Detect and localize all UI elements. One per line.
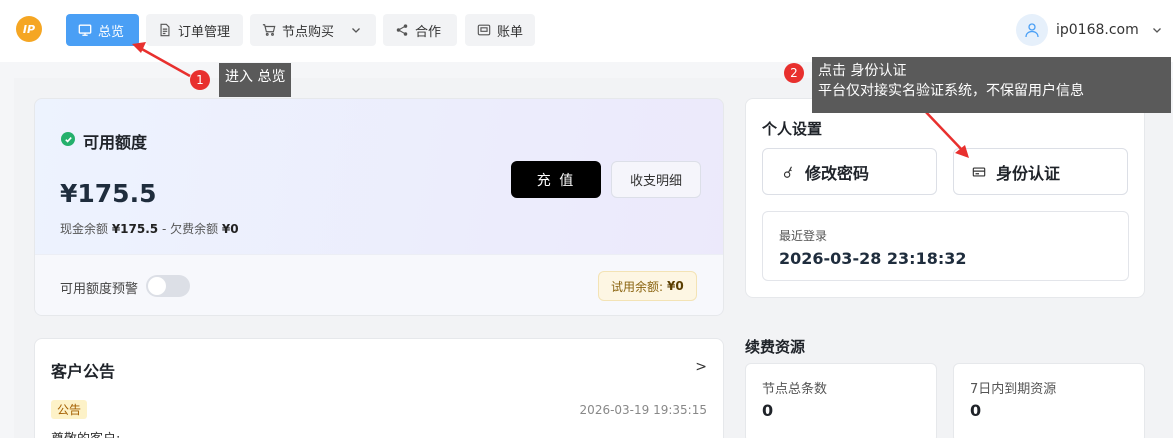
change-password-label: 修改密码	[805, 163, 870, 183]
announcement-more-link[interactable]: >	[695, 359, 707, 375]
tooltip-step-1: 进入 总览	[219, 63, 292, 97]
top-navbar: IP 总览 订单管理 节点购买 合作 账单 ip0168.com	[0, 0, 1173, 62]
brand-logo[interactable]: IP	[16, 16, 42, 42]
expiring-resources-value: 0	[970, 401, 982, 420]
change-password-button[interactable]: 修改密码	[762, 148, 937, 195]
bill-icon	[477, 24, 491, 36]
expiring-resources-label: 7日内到期资源	[970, 382, 1057, 397]
tooltip-step-2: 点击 身份认证 平台仅对接实名验证系统，不保留用户信息	[812, 57, 1171, 113]
announcement-date: 2026-03-19 19:35:15	[579, 403, 707, 417]
debt-label: - 欠费余额	[158, 222, 222, 236]
cash-value: ¥175.5	[111, 222, 159, 236]
credit-warning-toggle[interactable]	[146, 275, 190, 297]
announcement-text: 尊敬的客户:	[51, 428, 120, 438]
personal-settings-card: 个人设置 修改密码 身份认证 最近登录 2026-03-28 23:18:32	[745, 98, 1145, 298]
user-icon	[1025, 23, 1039, 38]
step-badge-1: 1	[190, 70, 210, 90]
nav-overview-label: 总览	[98, 24, 125, 40]
transaction-details-button[interactable]: 收支明细	[611, 161, 701, 198]
identity-verification-button[interactable]: 身份认证	[953, 148, 1128, 195]
key-icon	[783, 165, 793, 178]
nav-cooperation[interactable]: 合作	[383, 14, 457, 46]
share-icon	[396, 24, 408, 36]
personal-settings-title: 个人设置	[762, 120, 823, 138]
tooltip-step-2-line2: 平台仅对接实名验证系统，不保留用户信息	[818, 83, 1084, 99]
document-icon	[160, 23, 170, 37]
avatar	[1016, 14, 1048, 46]
trial-balance-badge: 试用余额: ¥0	[598, 271, 697, 301]
nav-overview[interactable]: 总览	[66, 14, 139, 46]
monitor-icon	[78, 24, 92, 36]
credit-warning-label: 可用额度预警	[60, 282, 139, 297]
announcement-tag: 公告	[51, 400, 88, 419]
user-name: ip0168.com	[1056, 22, 1139, 38]
last-login-label: 最近登录	[779, 229, 828, 243]
step-badge-2: 2	[784, 63, 804, 83]
credit-card: 可用额度 ¥175.5 现金余额 ¥175.5 - 欠费余额 ¥0 充 值 收支…	[34, 98, 724, 316]
check-circle-icon	[61, 132, 75, 146]
chevron-down-icon	[352, 28, 360, 33]
renewal-resources-title: 续费资源	[745, 338, 806, 356]
recharge-button[interactable]: 充 值	[511, 161, 601, 198]
nav-orders-label: 订单管理	[178, 24, 231, 40]
debt-value: ¥0	[221, 222, 239, 236]
nav-node-purchase-label: 节点购买	[282, 24, 335, 40]
chevron-down-icon	[1152, 28, 1161, 33]
total-nodes-card[interactable]: 节点总条数 0	[745, 363, 937, 438]
last-login-time: 2026-03-28 23:18:32	[779, 249, 967, 268]
trial-value: ¥0	[667, 279, 684, 293]
total-nodes-value: 0	[762, 401, 774, 420]
trial-label: 试用余额:	[611, 279, 664, 294]
tooltip-step-2-line1: 点击 身份认证	[818, 63, 907, 79]
nav-node-purchase[interactable]: 节点购买	[250, 14, 376, 46]
expiring-resources-card[interactable]: 7日内到期资源 0	[953, 363, 1145, 438]
cart-icon	[262, 24, 276, 36]
announcement-title: 客户公告	[51, 362, 116, 381]
balance-summary: 现金余额 ¥175.5 - 欠费余额 ¥0	[60, 220, 239, 237]
nav-orders[interactable]: 订单管理	[146, 14, 243, 46]
user-menu[interactable]: ip0168.com	[1016, 14, 1163, 46]
nav-bills[interactable]: 账单	[465, 14, 535, 46]
last-login-box: 最近登录 2026-03-28 23:18:32	[762, 211, 1129, 281]
id-card-icon	[972, 166, 986, 177]
nav-bills-label: 账单	[497, 24, 524, 40]
credit-footer: 可用额度预警 试用余额: ¥0	[35, 254, 723, 315]
announcement-card: 客户公告 > 公告 2026-03-19 19:35:15 尊敬的客户:	[34, 338, 724, 438]
identity-verification-label: 身份认证	[996, 163, 1061, 183]
credit-title: 可用额度	[83, 133, 148, 152]
total-nodes-label: 节点总条数	[762, 382, 828, 397]
credit-amount: ¥175.5	[60, 179, 157, 208]
cash-label: 现金余额	[60, 222, 112, 236]
nav-cooperation-label: 合作	[415, 24, 442, 40]
